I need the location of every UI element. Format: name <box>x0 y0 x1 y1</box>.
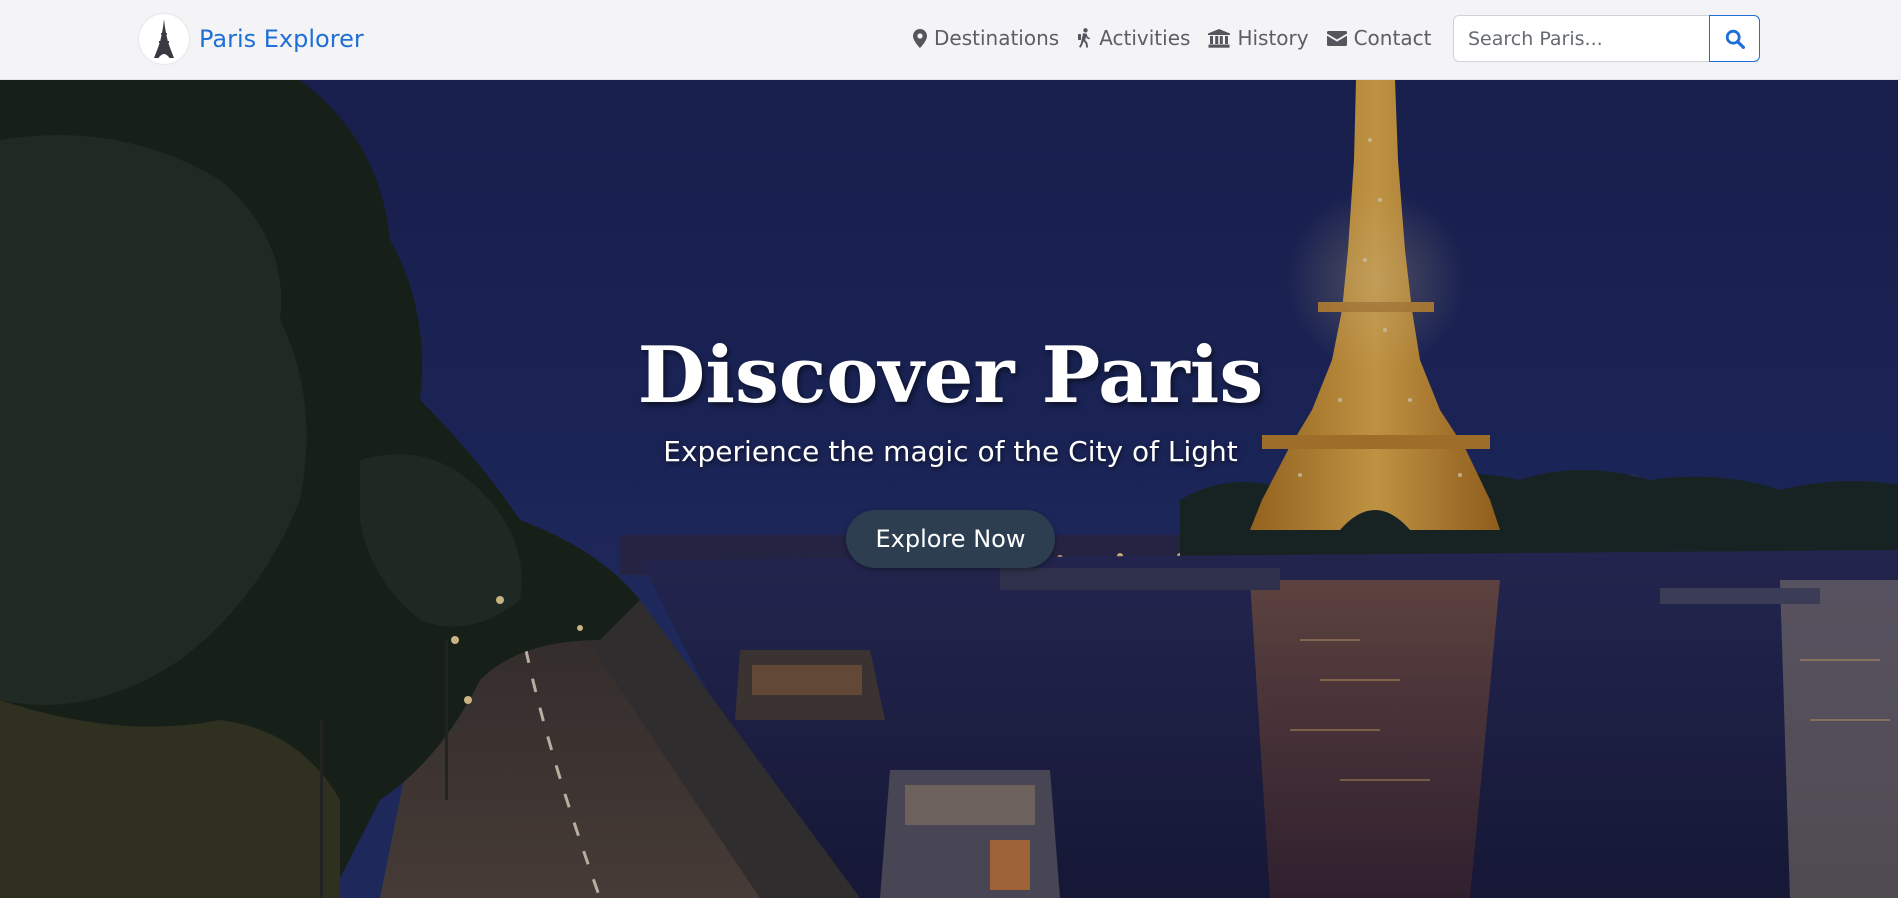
nav-item-history[interactable]: History <box>1208 26 1309 50</box>
envelope-icon <box>1326 30 1347 46</box>
page: Paris Explorer Destinations Activities H… <box>0 0 1901 898</box>
nav-item-label: Contact <box>1353 26 1432 50</box>
hero-section: Discover Paris Experience the magic of t… <box>0 80 1901 898</box>
nav-item-contact[interactable]: Contact <box>1326 26 1432 50</box>
nav-item-label: History <box>1237 26 1309 50</box>
hero-subtitle: Experience the magic of the City of Ligh… <box>663 435 1238 468</box>
brand-link[interactable]: Paris Explorer <box>139 13 364 65</box>
navbar: Paris Explorer Destinations Activities H… <box>0 0 1901 80</box>
search-form <box>1453 15 1760 62</box>
nav-item-label: Destinations <box>934 26 1060 50</box>
landmark-icon <box>1208 28 1231 48</box>
hero-title: Discover Paris <box>637 330 1264 421</box>
hero-content: Discover Paris Experience the magic of t… <box>0 330 1901 568</box>
eiffel-tower-icon <box>139 14 189 64</box>
explore-now-button[interactable]: Explore Now <box>845 510 1056 568</box>
hiking-icon <box>1078 28 1091 48</box>
brand-name: Paris Explorer <box>199 25 364 53</box>
nav-item-destinations[interactable]: Destinations <box>913 26 1059 50</box>
nav-item-activities[interactable]: Activities <box>1077 26 1190 50</box>
search-input[interactable] <box>1453 15 1709 62</box>
main-nav: Destinations Activities History Contact <box>913 0 1449 76</box>
search-icon <box>1725 29 1745 49</box>
search-button[interactable] <box>1709 15 1760 62</box>
map-marker-icon <box>913 28 927 48</box>
nav-item-label: Activities <box>1099 26 1191 50</box>
